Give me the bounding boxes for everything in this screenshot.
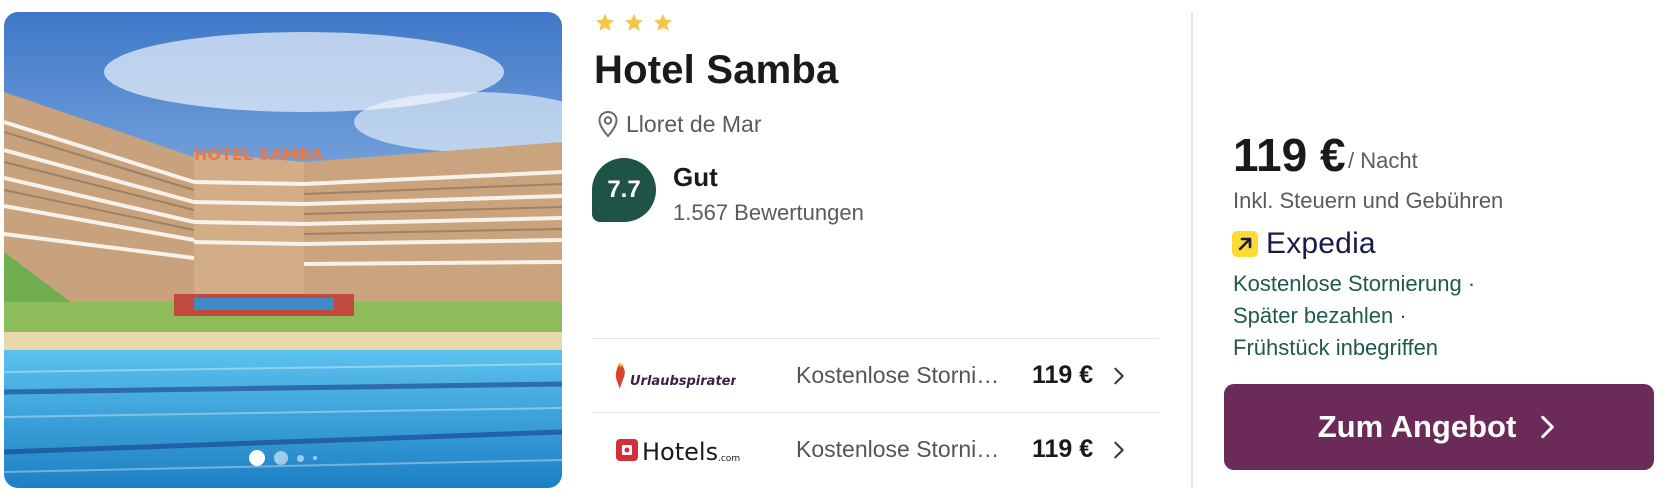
view-offer-label: Zum Angebot [1317, 409, 1517, 444]
offer-row-urlaubspiraten[interactable]: Urlaubspiraten Kostenlose Storni… 119 € [592, 338, 1159, 412]
hotels-com-logo: Hotels .com [614, 413, 744, 487]
perk-item: Frühstück inbegriffen [1233, 335, 1439, 360]
carousel-dot[interactable] [274, 451, 288, 465]
view-offer-button[interactable]: Zum Angebot [1224, 384, 1654, 470]
chevron-right-icon [1541, 415, 1555, 439]
taxes-note: Inkl. Steuern und Gebühren [1233, 188, 1504, 213]
expedia-logo: Expedia [1232, 227, 1376, 261]
offer-row-hotels-com[interactable]: Hotels .com Kostenlose Storni… 119 € [592, 412, 1159, 486]
perk-item: Später bezahlen · [1233, 303, 1407, 328]
offer-description: Kostenlose Storni… [796, 436, 1000, 462]
hotel-name[interactable]: Hotel Samba [594, 48, 839, 93]
review-count[interactable]: 1.567 Bewertungen [673, 200, 864, 226]
perk-list: Kostenlose Stornierung · Später bezahlen… [1233, 268, 1475, 364]
svg-text:Urlaubspiraten: Urlaubspiraten [630, 374, 736, 389]
carousel-dot[interactable] [297, 454, 304, 462]
offer-description: Kostenlose Storni… [796, 362, 1000, 388]
expedia-arrow-icon [1232, 231, 1258, 257]
urlaubspiraten-logo: Urlaubspiraten [614, 339, 736, 413]
offer-list: Urlaubspiraten Kostenlose Storni… 119 € … [592, 338, 1159, 486]
carousel-dot-active[interactable] [249, 450, 265, 466]
hotel-photo[interactable]: HOTEL SAMBA [4, 12, 562, 488]
star-icon [625, 13, 643, 31]
svg-text:.com: .com [718, 454, 740, 464]
svg-text:Hotels: Hotels [642, 438, 718, 466]
carousel-dot[interactable] [313, 456, 317, 460]
offer-price: 119 € [1032, 361, 1094, 389]
chevron-right-icon [1114, 367, 1124, 384]
rating-label: Gut [673, 162, 718, 192]
carousel-dots [4, 450, 562, 466]
chevron-right-icon [1114, 441, 1124, 458]
star-icon [654, 13, 672, 31]
per-night-label: / Nacht [1348, 148, 1418, 173]
location-text: Lloret de Mar [626, 110, 762, 137]
map-pin-icon [598, 110, 618, 138]
hotel-sign-text: HOTEL SAMBA [194, 145, 324, 164]
star-icon [596, 13, 614, 31]
perk-item: Kostenlose Stornierung · [1233, 271, 1476, 296]
provider-name: Expedia [1266, 227, 1376, 260]
offer-price: 119 € [1032, 435, 1094, 463]
rating-score-badge: 7.7 [592, 158, 656, 222]
main-price: 119 € [1233, 129, 1346, 181]
hotel-photo-image: HOTEL SAMBA [4, 12, 562, 488]
hotel-location: Lloret de Mar [596, 110, 762, 138]
star-rating [594, 12, 674, 34]
column-divider [1191, 12, 1193, 488]
